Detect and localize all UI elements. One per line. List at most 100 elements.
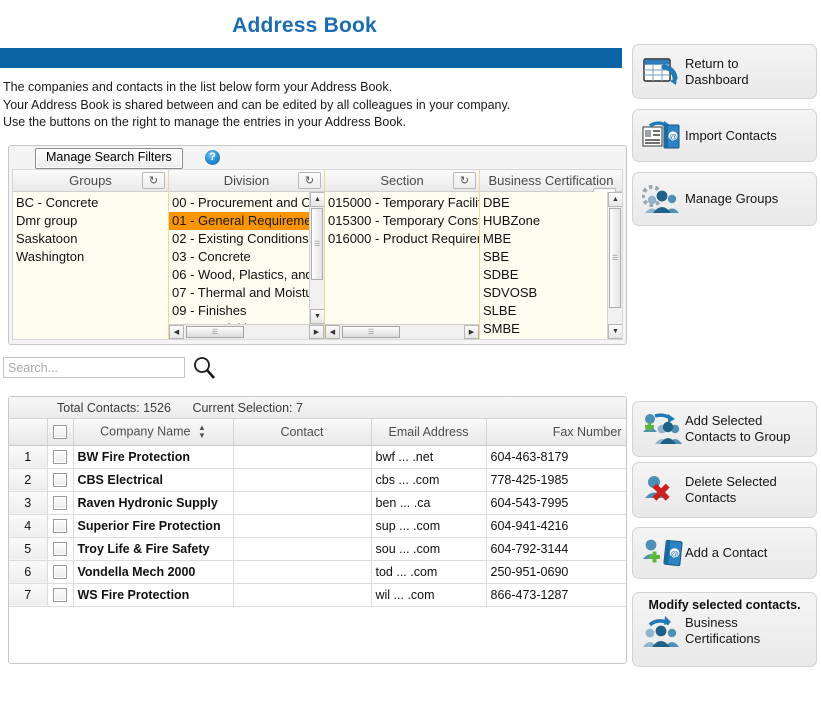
row-checkbox-cell[interactable] (47, 537, 74, 561)
scrollbar-thumb[interactable]: ☰ (342, 326, 400, 338)
refresh-icon-section[interactable]: ↻ (453, 172, 476, 189)
row-index: 3 (9, 491, 48, 515)
sort-arrows-icon[interactable]: ▲ ▼ (198, 423, 206, 440)
list-item[interactable]: BC - Concrete (13, 194, 168, 212)
table-row[interactable]: 1 BW Fire Protection bwf ... .net 604-46… (9, 445, 626, 469)
horizontal-scrollbar-section[interactable]: ◀ ☰ ▶ (325, 324, 479, 339)
list-item[interactable]: 09 - Finishes (169, 302, 309, 320)
scroll-right-icon[interactable]: ▶ (464, 325, 479, 339)
list-item[interactable]: 015300 - Temporary Constr (325, 212, 479, 230)
row-checkbox-cell[interactable] (47, 514, 74, 538)
add-a-contact-button[interactable]: @ Add a Contact (632, 527, 817, 579)
column-header-company-name[interactable]: Company Name ▲ ▼ (73, 419, 234, 446)
list-item[interactable]: SMBE (480, 320, 607, 338)
list-item[interactable]: MBE (480, 230, 607, 248)
search-icon[interactable] (191, 355, 217, 381)
scroll-right-icon[interactable]: ▶ (309, 325, 324, 339)
manage-search-filters-button[interactable]: Manage Search Filters (35, 148, 183, 169)
delete-contact-icon (639, 470, 685, 510)
manage-groups-button[interactable]: Manage Groups (632, 172, 817, 226)
row-checkbox[interactable] (53, 518, 67, 533)
page-title: Address Book (232, 14, 377, 37)
list-item[interactable]: 03 - Concrete (169, 248, 309, 266)
cell-company-name: WS Fire Protection (73, 583, 234, 607)
cell-email-address: sou ... .com (371, 537, 487, 561)
column-header-email-address[interactable]: Email Address (371, 419, 487, 446)
row-checkbox-cell[interactable] (47, 491, 74, 515)
list-item[interactable]: Dmr group (13, 212, 168, 230)
vertical-scrollbar-business-certification[interactable]: ▲ ☰ ▼ (607, 192, 622, 339)
row-checkbox-cell[interactable] (47, 468, 74, 492)
table-row[interactable]: 3 Raven Hydronic Supply ben ... .ca 604-… (9, 491, 626, 515)
refresh-icon-groups[interactable]: ↻ (142, 172, 165, 189)
filter-list-division[interactable]: 00 - Procurement and Co 01 - General Req… (169, 192, 324, 324)
filter-list-business-certification[interactable]: DBE HUBZone MBE SBE SDBE SDVOSB SLBE SMB… (480, 192, 622, 339)
svg-text:@: @ (670, 549, 679, 559)
list-item[interactable]: Saskatoon (13, 230, 168, 248)
filter-list-section[interactable]: 015000 - Temporary Faciliti 015300 - Tem… (325, 192, 479, 324)
row-index: 4 (9, 514, 48, 538)
row-checkbox[interactable] (53, 495, 67, 510)
table-row[interactable]: 6 Vondella Mech 2000 tod ... .com 250-95… (9, 560, 626, 584)
list-item[interactable]: Washington (13, 248, 168, 266)
row-checkbox[interactable] (53, 541, 67, 556)
scroll-down-icon[interactable]: ▼ (608, 324, 622, 339)
return-to-dashboard-button[interactable]: Return to Dashboard (632, 44, 817, 99)
list-item-selected[interactable]: 01 - General Requireme (169, 212, 309, 230)
list-item[interactable]: SDBE (480, 266, 607, 284)
list-item[interactable]: DBE (480, 194, 607, 212)
scroll-left-icon[interactable]: ◀ (169, 325, 184, 339)
scroll-left-icon[interactable]: ◀ (325, 325, 340, 339)
row-checkbox-cell[interactable] (47, 560, 74, 584)
cell-fax-number: 604-941-4216 (486, 514, 626, 538)
list-item[interactable]: 00 - Procurement and Co (169, 194, 309, 212)
table-header-row: Company Name ▲ ▼ Contact Email Address Fa… (9, 419, 626, 446)
row-checkbox-cell[interactable] (47, 583, 74, 607)
scroll-down-icon[interactable]: ▼ (310, 309, 324, 324)
delete-selected-contacts-button[interactable]: Delete Selected Contacts (632, 462, 817, 518)
modify-selected-contacts-panel[interactable]: Modify selected contacts. Business Certi… (632, 592, 817, 667)
filter-toolbar: Manage Search Filters ? (9, 146, 626, 169)
total-contacts-label: Total Contacts: 1526 (57, 401, 171, 415)
scroll-up-icon[interactable]: ▲ (608, 192, 622, 207)
filter-list-groups[interactable]: BC - Concrete Dmr group Saskatoon Washin… (13, 192, 168, 339)
contacts-table: Company Name ▲ ▼ Contact Email Address Fa… (9, 419, 626, 607)
import-contacts-button[interactable]: @ Import Contacts (632, 109, 817, 162)
row-checkbox[interactable] (53, 449, 67, 464)
list-item[interactable]: 015000 - Temporary Faciliti (325, 194, 479, 212)
list-item[interactable]: 02 - Existing Conditions (169, 230, 309, 248)
list-item[interactable]: HUBZone (480, 212, 607, 230)
table-row[interactable]: 7 WS Fire Protection wil ... .com 866-47… (9, 583, 626, 607)
list-item[interactable]: 06 - Wood, Plastics, and (169, 266, 309, 284)
row-checkbox-cell[interactable] (47, 445, 74, 469)
refresh-icon-division[interactable]: ↻ (298, 172, 321, 189)
vertical-scrollbar-division[interactable]: ▲ ☰ ▼ (309, 192, 324, 324)
table-row[interactable]: 4 Superior Fire Protection sup ... .com … (9, 514, 626, 538)
scrollbar-thumb[interactable]: ☰ (311, 208, 323, 280)
search-input[interactable] (3, 357, 185, 378)
list-item[interactable]: 07 - Thermal and Moistu (169, 284, 309, 302)
list-item[interactable]: SBE (480, 248, 607, 266)
row-checkbox[interactable] (53, 472, 67, 487)
scroll-up-icon[interactable]: ▲ (310, 192, 324, 207)
column-header-contact[interactable]: Contact (233, 419, 372, 446)
horizontal-scrollbar-division[interactable]: ◀ ☰ ▶ (169, 324, 324, 339)
row-checkbox[interactable] (53, 564, 67, 579)
add-selected-contacts-to-group-button[interactable]: Add Selected Contacts to Group (632, 401, 817, 457)
business-certifications-button[interactable]: Business Certifications (633, 614, 816, 648)
table-row[interactable]: 5 Troy Life & Fire Safety sou ... .com 6… (9, 537, 626, 561)
select-all-checkbox[interactable] (53, 425, 67, 440)
import-contacts-label: Import Contacts (685, 127, 777, 143)
column-header-select-all[interactable] (47, 419, 74, 446)
row-checkbox[interactable] (53, 587, 67, 602)
list-item[interactable]: SDVOSB (480, 284, 607, 302)
scrollbar-thumb[interactable]: ☰ (609, 208, 621, 308)
list-item[interactable]: 016000 - Product Requirem (325, 230, 479, 248)
help-icon[interactable]: ? (205, 150, 220, 165)
column-header-fax-number[interactable]: Fax Number (486, 419, 626, 446)
scrollbar-thumb[interactable]: ☰ (186, 326, 244, 338)
current-selection-label: Current Selection: 7 (192, 401, 303, 415)
list-item[interactable]: SLBE (480, 302, 607, 320)
table-row[interactable]: 2 CBS Electrical cbs ... .com 778-425-19… (9, 468, 626, 492)
list-item[interactable]: UDBE (480, 338, 607, 339)
